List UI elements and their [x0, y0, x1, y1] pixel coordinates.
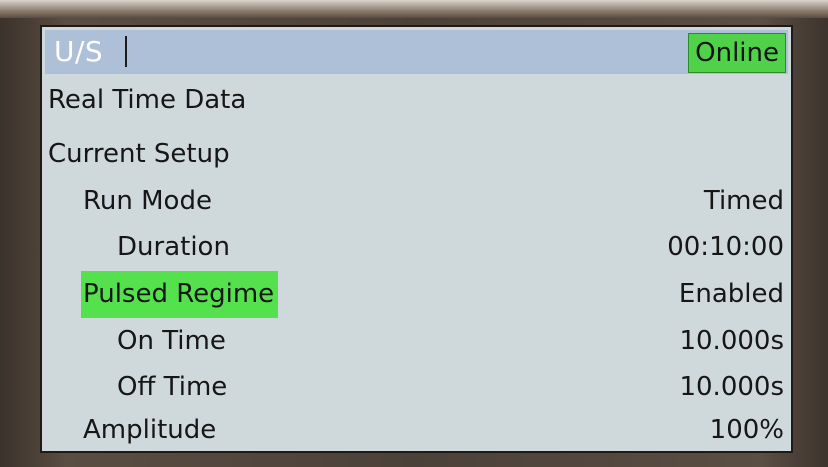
selected-setting-label: Pulsed Regime [81, 271, 279, 318]
setting-value: Enabled [678, 279, 784, 309]
setting-label: Run Mode [83, 186, 212, 216]
title-bar: U/S Online [45, 30, 788, 74]
setting-duration[interactable]: Duration 00:10:00 [45, 224, 788, 271]
setting-value: Timed [703, 186, 784, 216]
setting-value: 100% [709, 415, 784, 445]
title-input[interactable]: U/S [54, 32, 103, 72]
menu-item-label: Real Time Data [48, 85, 247, 115]
lcd-screen: U/S Online Real Time Data Current Setup … [40, 25, 793, 453]
setting-amplitude[interactable]: Amplitude 100% [45, 407, 788, 451]
menu-item-label: Current Setup [48, 139, 230, 169]
setting-off-time[interactable]: Off Time 10.000s [45, 364, 788, 411]
online-status-badge: Online [688, 33, 786, 73]
setting-label: On Time [117, 326, 226, 356]
setting-label: Duration [117, 232, 230, 262]
setting-pulsed-regime[interactable]: Pulsed Regime Enabled [45, 271, 788, 318]
setting-value: 10.000s [679, 326, 784, 356]
device-bezel-top [0, 0, 828, 18]
menu-item-real-time-data[interactable]: Real Time Data [45, 77, 788, 124]
setting-label: Off Time [117, 372, 228, 402]
setting-value: 00:10:00 [667, 232, 784, 262]
setting-run-mode[interactable]: Run Mode Timed [45, 178, 788, 225]
setting-label: Amplitude [83, 415, 217, 445]
device-bezel: U/S Online Real Time Data Current Setup … [0, 0, 828, 467]
setting-on-time[interactable]: On Time 10.000s [45, 318, 788, 365]
text-cursor [125, 36, 127, 67]
menu-item-current-setup[interactable]: Current Setup [45, 131, 788, 178]
setting-value: 10.000s [679, 372, 784, 402]
